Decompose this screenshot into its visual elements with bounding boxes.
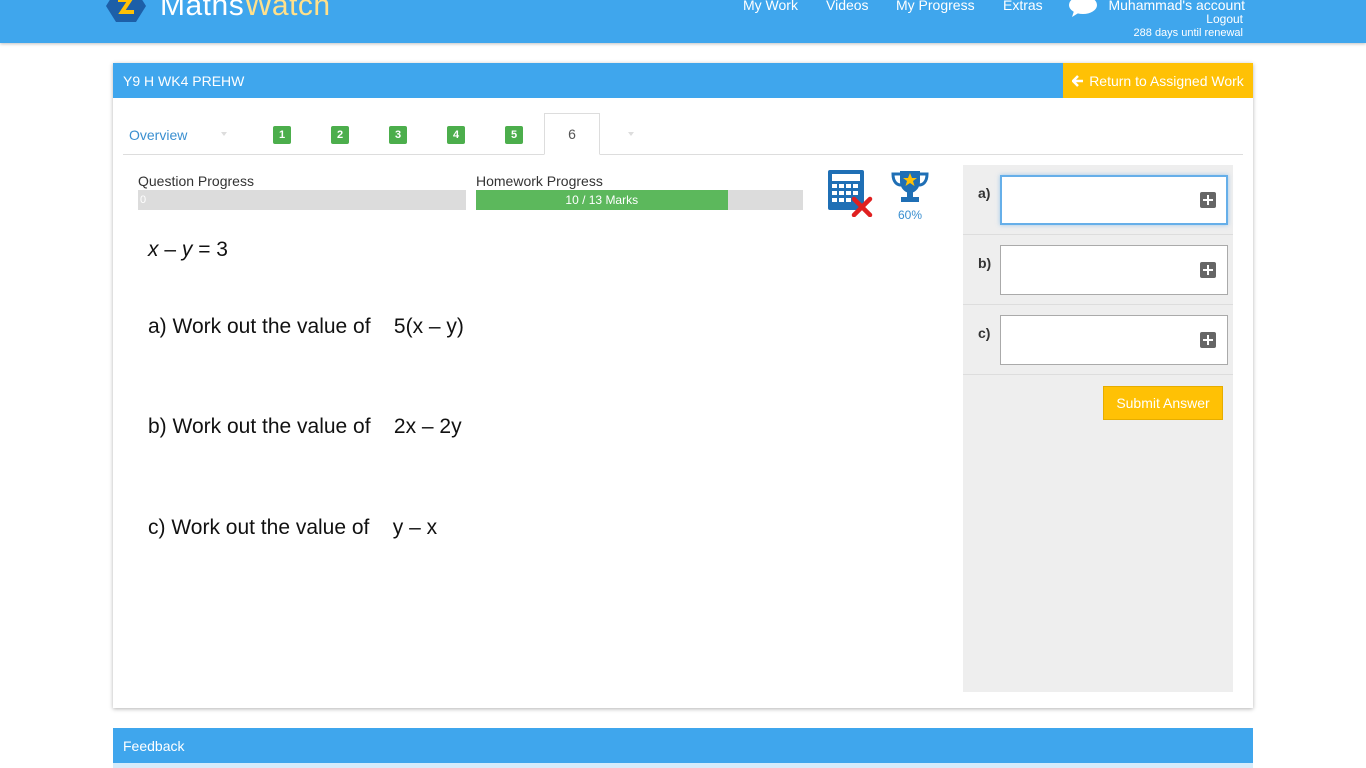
homework-progress-fill: 10 / 13 Marks [476,190,728,210]
tab-question-3[interactable]: 3 [389,126,407,144]
no-calculator-icon [828,170,873,217]
tab-question-1[interactable]: 1 [273,126,291,144]
answer-input-a[interactable] [1000,175,1228,225]
trophy-percent: 60% [897,208,923,222]
panel-header: Y9 H WK4 PREHW Return to Assigned Work [113,63,1253,98]
question-a-prefix: a) Work out the value of [148,315,371,338]
homework-title: Y9 H WK4 PREHW [123,73,245,89]
answer-input-b[interactable] [1000,245,1228,295]
question-tabs: Overview 1 2 3 4 5 6 [123,113,1243,155]
renewal-text: 288 days until renewal [1133,27,1243,39]
logo-icon [100,0,152,26]
tab-question-6[interactable]: 6 [544,113,600,155]
return-label: Return to Assigned Work [1089,72,1244,89]
answer-input-c[interactable] [1000,315,1228,365]
answer-label-c: c) [978,325,991,341]
return-to-assigned-work-button[interactable]: Return to Assigned Work [1063,63,1253,98]
question-a-expression: 5(x – y) [393,315,464,338]
question-b-expression: 2x – 2y [393,415,462,438]
chat-icon[interactable] [1068,0,1098,17]
plus-icon[interactable] [1200,262,1216,278]
question-progress-value: 0 [140,194,147,206]
plus-icon[interactable] [1200,192,1216,208]
tab-question-4[interactable]: 4 [447,126,465,144]
nav-my-progress[interactable]: My Progress [896,0,975,13]
homework-panel: Y9 H WK4 PREHW Return to Assigned Work O… [113,63,1253,708]
tab-question-2[interactable]: 2 [331,126,349,144]
answer-row-a: a) [963,165,1233,235]
tab-overview[interactable]: Overview [129,127,187,143]
plus-icon[interactable] [1200,332,1216,348]
homework-progress-label: Homework Progress [476,173,603,189]
feedback-header[interactable]: Feedback [113,728,1253,763]
caret-icon [628,132,634,136]
logo-text: MathsWatch [160,0,331,22]
nav-extras[interactable]: Extras [1003,0,1043,13]
mathswatch-logo[interactable]: MathsWatch [100,0,331,26]
question-progress-bar: 0 [138,190,466,210]
given-equation: x – y = 3 [148,238,228,261]
logout-link[interactable]: Logout [1206,12,1243,26]
caret-icon [221,132,227,136]
question-b-prefix: b) Work out the value of [148,415,371,438]
answer-label-a: a) [978,185,991,201]
answer-row-c: c) [963,305,1233,375]
nav-videos[interactable]: Videos [826,0,869,13]
question-progress-label: Question Progress [138,173,254,189]
top-navbar: MathsWatch My Work Videos My Progress Ex… [0,0,1366,43]
question-c-prefix: c) Work out the value of [148,516,370,539]
account-menu: Muhammad's account Logout 288 days until… [1068,0,1245,41]
submit-answer-button[interactable]: Submit Answer [1103,386,1223,420]
question-c: c) Work out the value of y – x [148,516,437,540]
trophy-badge: 60% [890,169,930,222]
answer-row-b: b) [963,235,1233,305]
question-c-expression: y – x [392,516,438,539]
homework-progress-bar: 10 / 13 Marks [476,190,803,210]
answer-label-b: b) [978,255,992,271]
answer-panel: a) b) c) Submit Answer [963,165,1233,692]
nav-my-work[interactable]: My Work [743,0,798,13]
trophy-icon [891,171,929,202]
question-b: b) Work out the value of 2x – 2y [148,415,462,439]
question-a: a) Work out the value of 5(x – y) [148,315,464,339]
arrow-left-icon [1072,74,1084,87]
feedback-title: Feedback [123,738,185,754]
tab-question-5[interactable]: 5 [505,126,523,144]
feedback-body [113,763,1253,768]
homework-progress-text: 10 / 13 Marks [565,193,639,207]
